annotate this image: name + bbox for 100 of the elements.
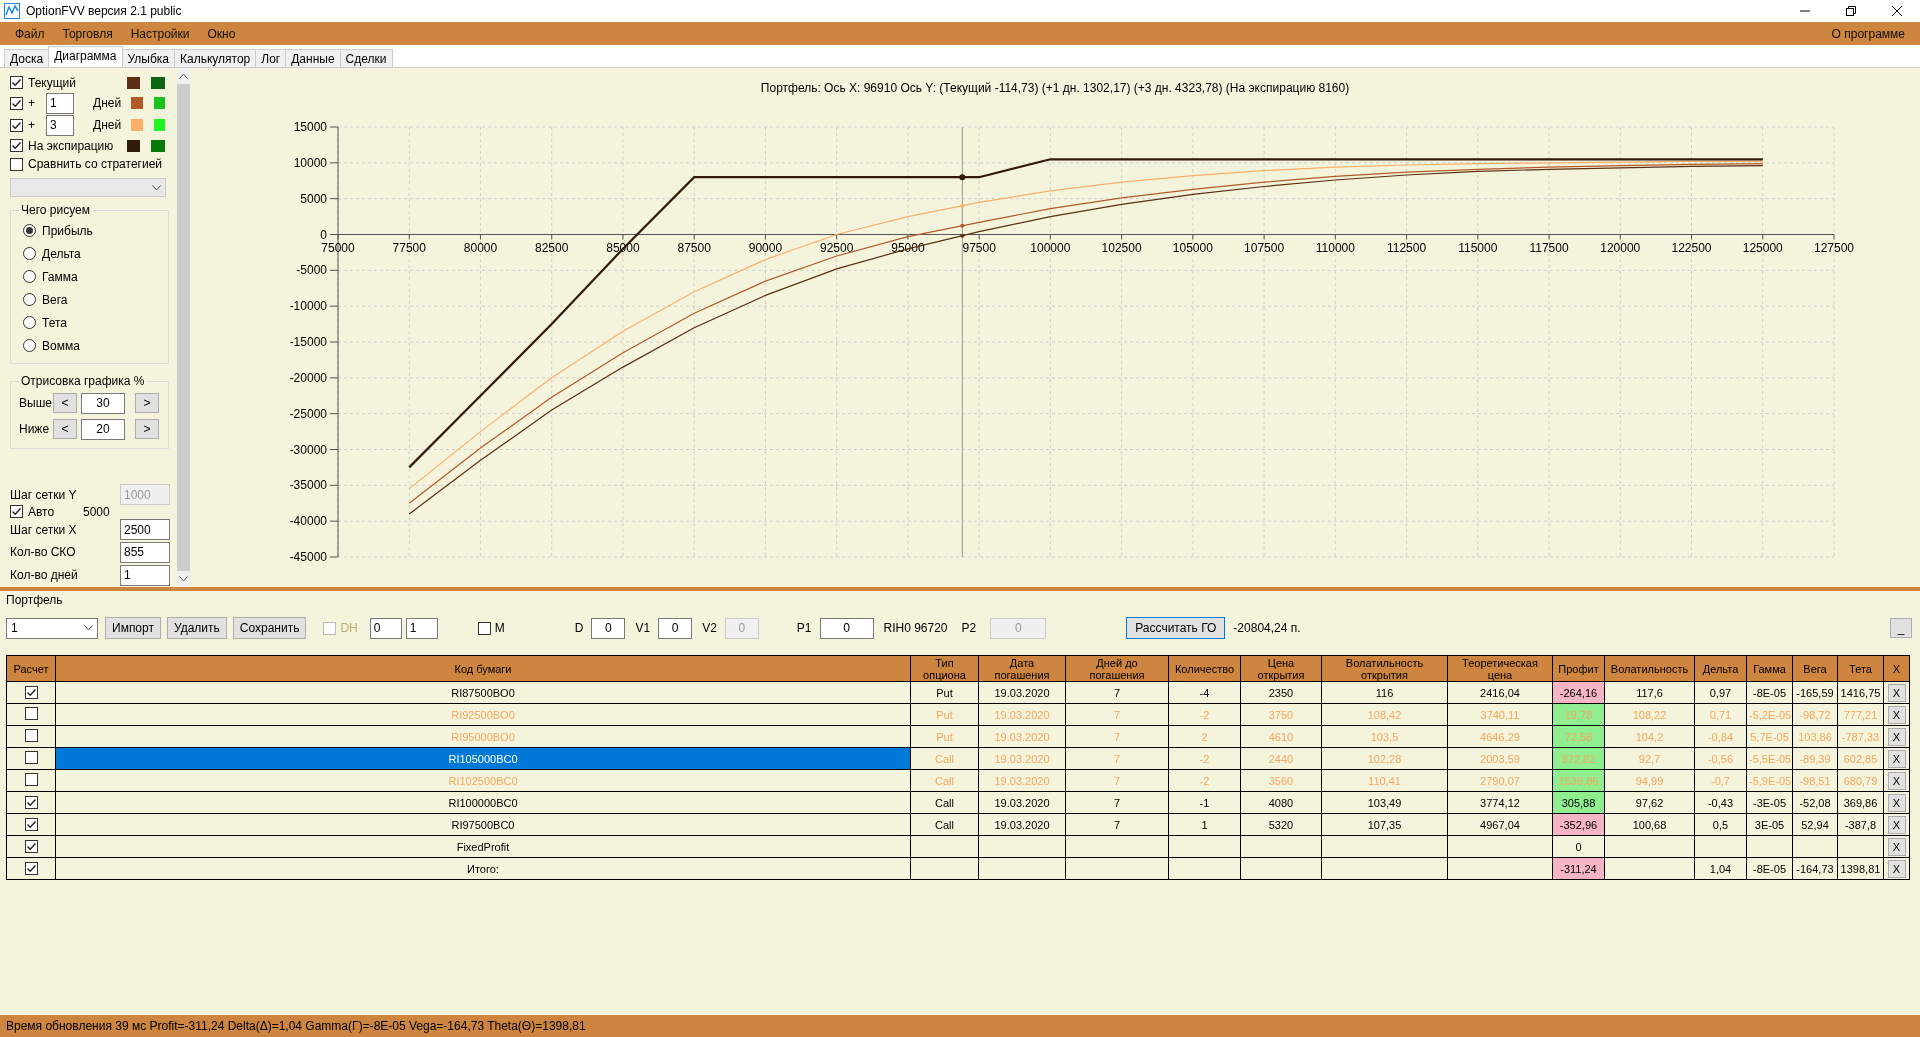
checkbox[interactable] — [10, 505, 23, 519]
code-cell[interactable]: RI100000BC0 — [55, 791, 911, 814]
radio-button[interactable] — [23, 293, 36, 307]
sko-field[interactable]: 855 — [120, 541, 170, 563]
remove-button[interactable]: X — [1887, 727, 1906, 746]
checkbox[interactable] — [24, 861, 38, 875]
column-header[interactable]: Тип опциона — [910, 655, 979, 682]
collapse-button[interactable]: _ — [1890, 618, 1912, 638]
column-header[interactable]: Код бумаги — [55, 655, 911, 682]
remove-button[interactable]: X — [1887, 815, 1906, 834]
table-cell: 104,2 — [1604, 725, 1695, 748]
code-cell[interactable]: Итого: — [55, 857, 911, 880]
range-field[interactable]: 20 — [81, 418, 125, 440]
column-header[interactable]: Теоретическая цена — [1447, 655, 1553, 682]
color-swatch[interactable] — [151, 139, 165, 152]
scroll-down-icon[interactable] — [179, 576, 188, 582]
column-header[interactable]: Волатильность — [1604, 655, 1695, 682]
checkbox[interactable] — [477, 621, 491, 635]
checkbox[interactable] — [10, 139, 23, 152]
radio-button[interactable] — [23, 339, 36, 353]
checkbox[interactable] — [24, 839, 38, 853]
checkbox[interactable] — [24, 685, 38, 699]
menu-item[interactable]: Окно — [198, 26, 245, 41]
tab[interactable]: Лог — [255, 49, 287, 67]
radio-button[interactable] — [23, 270, 36, 284]
remove-button[interactable]: X — [1887, 793, 1906, 812]
checkbox[interactable] — [24, 751, 38, 764]
days-count-field[interactable]: 1 — [120, 564, 170, 586]
toolbar-button[interactable]: Удалить — [166, 617, 227, 639]
column-header[interactable]: Расчет — [6, 655, 56, 682]
color-swatch[interactable] — [131, 119, 143, 132]
column-header[interactable]: Цена открытия — [1240, 655, 1322, 682]
value-field[interactable]: 0 — [658, 617, 693, 639]
value-field[interactable]: 0 — [819, 617, 874, 639]
color-swatch[interactable] — [151, 76, 165, 89]
remove-button[interactable]: X — [1887, 859, 1906, 878]
column-header[interactable]: Дата погашения — [978, 655, 1066, 682]
checkbox[interactable] — [24, 773, 38, 786]
column-header[interactable]: Гамма — [1746, 655, 1793, 682]
spin-field[interactable]: 0 — [369, 617, 402, 639]
code-cell[interactable]: FixedProfit — [55, 835, 911, 858]
tab[interactable]: Калькулятор — [174, 49, 257, 67]
checkbox[interactable] — [24, 707, 38, 720]
column-header[interactable]: Волатильность открытия — [1321, 655, 1448, 682]
column-header[interactable]: Дней до погашения — [1065, 655, 1169, 682]
days-field[interactable]: 3 — [46, 114, 74, 136]
color-swatch[interactable] — [153, 119, 165, 132]
scroll-up-icon[interactable] — [179, 73, 188, 79]
grid-x-field[interactable]: 2500 — [120, 519, 170, 541]
tab[interactable]: Доска — [4, 49, 50, 67]
remove-button[interactable]: X — [1887, 749, 1906, 768]
calculate-button[interactable]: Рассчитать ГО — [1126, 617, 1226, 639]
column-header[interactable]: Тета — [1837, 655, 1884, 682]
menu-item[interactable]: Настройки — [121, 26, 199, 41]
remove-button[interactable]: X — [1887, 837, 1906, 856]
code-cell[interactable]: RI105000BC0 — [55, 747, 911, 770]
checkbox[interactable] — [24, 795, 38, 809]
checkbox[interactable] — [24, 729, 38, 742]
remove-button[interactable]: X — [1887, 683, 1906, 702]
decrease-button[interactable]: < — [53, 419, 77, 440]
column-header[interactable]: Профит — [1552, 655, 1605, 682]
decrease-button[interactable]: < — [53, 393, 77, 414]
radio-button[interactable] — [23, 224, 36, 238]
checkbox[interactable] — [10, 118, 23, 132]
menu-item[interactable]: Торговля — [53, 26, 122, 41]
column-header[interactable]: Количество — [1168, 655, 1241, 682]
increase-button[interactable]: > — [135, 419, 159, 440]
value-field[interactable]: 0 — [591, 617, 626, 639]
color-swatch[interactable] — [153, 97, 165, 110]
column-header[interactable]: Вега — [1792, 655, 1838, 682]
code-cell[interactable]: RI87500BO0 — [55, 681, 911, 704]
scrollbar[interactable] — [177, 68, 190, 587]
tab[interactable]: Данные — [285, 49, 341, 67]
days-field[interactable]: 1 — [46, 92, 74, 114]
column-header[interactable]: Дельта — [1694, 655, 1747, 682]
radio-button[interactable] — [23, 316, 36, 330]
menu-item[interactable]: Файл — [6, 26, 54, 41]
menu-item[interactable]: О программе — [1822, 26, 1914, 41]
code-cell[interactable]: RI97500BC0 — [55, 813, 911, 836]
radio-button[interactable] — [23, 247, 36, 261]
toolbar-button[interactable]: Сохранить — [232, 617, 307, 639]
checkbox[interactable] — [24, 817, 38, 831]
color-swatch[interactable] — [126, 139, 141, 152]
remove-button[interactable]: X — [1887, 771, 1906, 790]
increase-button[interactable]: > — [135, 393, 159, 414]
color-swatch[interactable] — [126, 76, 141, 89]
field-label: V2 — [702, 621, 717, 635]
checkbox[interactable] — [10, 96, 23, 110]
toolbar-button[interactable]: Импорт — [105, 617, 161, 639]
portfolio-dropdown[interactable]: 1 — [6, 617, 98, 639]
remove-button[interactable]: X — [1887, 705, 1906, 724]
color-swatch[interactable] — [131, 97, 143, 110]
checkbox[interactable] — [10, 157, 23, 171]
spin-field[interactable]: 1 — [405, 617, 438, 639]
tab[interactable]: Сделки — [339, 49, 393, 67]
checkbox[interactable] — [10, 76, 23, 90]
table-cell: Put — [910, 703, 979, 726]
range-field[interactable]: 30 — [81, 392, 125, 414]
tab[interactable]: Улыбка — [121, 49, 176, 67]
column-header[interactable]: X — [1883, 655, 1910, 682]
